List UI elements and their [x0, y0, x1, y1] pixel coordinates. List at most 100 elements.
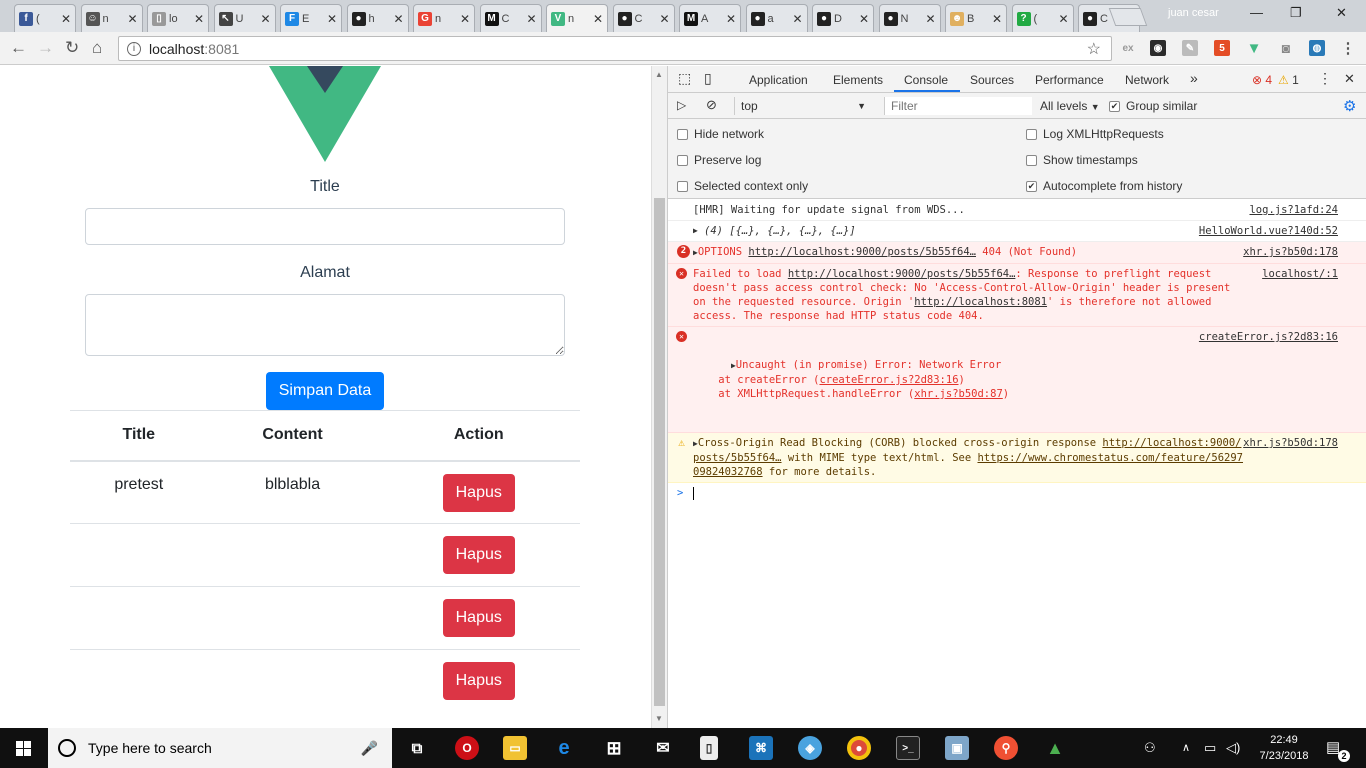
close-devtools-icon[interactable]: ✕	[1344, 71, 1355, 87]
address-bar[interactable]: i localhost:8081 ☆	[118, 36, 1112, 61]
autocomplete-checkbox[interactable]: ✔ Autocomplete from history	[1026, 179, 1182, 193]
message-url-link[interactable]: http://localhost:9000/posts/5b55f64…	[748, 246, 976, 258]
simpan-data-button[interactable]: Simpan Data	[266, 372, 384, 410]
rocket-icon[interactable]: ▲	[1043, 736, 1067, 760]
close-tab-icon[interactable]: ✕	[260, 12, 270, 26]
close-tab-icon[interactable]: ✕	[127, 12, 137, 26]
ex-extension-icon[interactable]: ex	[1120, 40, 1136, 56]
home-icon[interactable]: ⌂	[92, 38, 102, 58]
close-tab-icon[interactable]: ✕	[526, 12, 536, 26]
tab-sources[interactable]: Sources	[970, 73, 1014, 87]
browser-tab[interactable]: ☺ n ✕	[80, 4, 143, 32]
preserve-log-checkbox[interactable]: Preserve log	[677, 153, 761, 167]
pdf-extension-icon[interactable]: ✎	[1182, 40, 1198, 56]
close-tab-icon[interactable]: ✕	[992, 12, 1002, 26]
taskbar-search-box[interactable]: Type here to search 🎤	[48, 728, 392, 768]
log-levels-dropdown[interactable]: All levels ▼	[1040, 99, 1100, 113]
tab-elements[interactable]: Elements	[833, 73, 883, 87]
new-tab-button[interactable]	[1108, 8, 1148, 26]
vscode-icon[interactable]: ⌘	[749, 736, 773, 760]
people-icon[interactable]: ⚇	[1144, 740, 1156, 756]
minimize-icon[interactable]: —	[1250, 5, 1263, 20]
close-tab-icon[interactable]: ✕	[726, 12, 736, 26]
tab-console[interactable]: Console	[904, 73, 948, 87]
browser-tab[interactable]: ● a ✕	[745, 4, 808, 32]
back-icon[interactable]: ←	[10, 38, 27, 58]
vue-devtools-icon[interactable]: ▼	[1246, 40, 1262, 57]
more-tabs-icon[interactable]: »	[1190, 70, 1198, 86]
info-icon[interactable]: i	[127, 41, 141, 56]
browser-tab[interactable]: ?(✕	[1011, 4, 1074, 32]
hide-network-checkbox[interactable]: Hide network	[677, 127, 764, 141]
stack-frame-link[interactable]: xhr.js?b50d:87	[914, 388, 1003, 400]
title-input[interactable]	[85, 208, 565, 245]
message-source-link[interactable]: xhr.js?b50d:178	[1243, 436, 1338, 450]
globe-extension-icon[interactable]: ◍	[1309, 40, 1325, 56]
page-scrollbar[interactable]: ▲ ▼	[651, 66, 667, 728]
close-tab-icon[interactable]: ✕	[659, 12, 669, 26]
html5-extension-icon[interactable]: 5	[1214, 40, 1230, 56]
forward-icon[interactable]: →	[37, 38, 54, 58]
file-explorer-icon[interactable]: ▭	[503, 736, 527, 760]
console-filter-input[interactable]	[884, 97, 1032, 115]
close-tab-icon[interactable]: ✕	[327, 12, 337, 26]
expand-triangle-icon[interactable]: ▶	[693, 224, 698, 238]
browser-tab[interactable]: ☻ B ✕	[945, 4, 1007, 32]
hapus-button[interactable]: Hapus	[442, 662, 515, 700]
browser-tab[interactable]: Gn ✕	[413, 4, 475, 32]
opera-icon[interactable]: O	[455, 736, 479, 760]
stack-frame-link[interactable]: createError.js?2d83:16	[819, 374, 958, 386]
document-icon[interactable]: ▯	[700, 736, 718, 760]
scroll-up-icon[interactable]: ▲	[655, 70, 663, 79]
close-tab-icon[interactable]: ✕	[393, 12, 403, 26]
menu-icon[interactable]: ⋮	[1340, 40, 1356, 57]
console-prompt[interactable]: >	[668, 483, 1366, 503]
context-selector[interactable]: top ▼	[734, 97, 874, 115]
edge-icon[interactable]: e	[552, 736, 576, 760]
error-count-badge[interactable]: ⊗ 4	[1252, 73, 1272, 87]
task-view-icon[interactable]: ⧉	[405, 736, 429, 760]
browser-tab[interactable]: ● h ✕	[346, 4, 409, 32]
camera-icon[interactable]: ◙	[1278, 40, 1294, 56]
profile-name[interactable]: juan cesar	[1168, 7, 1219, 19]
git-icon[interactable]: ⚲	[994, 736, 1018, 760]
browser-tab[interactable]: f(✕	[14, 4, 76, 32]
mail-icon[interactable]: ✉	[651, 736, 675, 760]
group-similar-checkbox[interactable]: ✔ Group similar	[1109, 99, 1197, 113]
message-url-link[interactable]: http://localhost:8081	[914, 296, 1047, 308]
hapus-button[interactable]: Hapus	[442, 599, 515, 637]
window-app-icon[interactable]: ▣	[945, 736, 969, 760]
hapus-button[interactable]: Hapus	[442, 473, 515, 512]
chrome-icon[interactable]: ●	[847, 736, 871, 760]
close-window-icon[interactable]: ✕	[1336, 5, 1347, 21]
browser-tab[interactable]: ● D ✕	[812, 4, 874, 32]
message-source-link[interactable]: HelloWorld.vue?140d:52	[1199, 224, 1338, 238]
close-tab-icon[interactable]: ✕	[194, 12, 204, 26]
message-source-link[interactable]: xhr.js?b50d:178	[1243, 245, 1338, 259]
store-icon[interactable]: ⊞	[602, 736, 626, 760]
tray-expand-icon[interactable]: ∧	[1182, 741, 1190, 754]
tab-network[interactable]: Network	[1125, 73, 1169, 87]
browser-tab[interactable]: M C ✕	[479, 4, 542, 32]
message-text[interactable]: (4) [{…}, {…}, {…}, {…}]	[693, 225, 856, 237]
console-settings-gear-icon[interactable]: ⚙	[1343, 97, 1356, 115]
browser-tab[interactable]: ● N ✕	[878, 4, 941, 32]
close-tab-icon[interactable]: ✕	[61, 12, 71, 26]
close-tab-icon[interactable]: ✕	[859, 12, 869, 26]
message-url-link[interactable]: http://localhost:9000/posts/5b55f64…	[788, 268, 1016, 280]
browser-tab[interactable]: ↖ U ✕	[213, 4, 276, 32]
message-source-link[interactable]: localhost/:1	[1262, 267, 1338, 281]
browser-tab[interactable]: Vn ✕	[546, 4, 608, 32]
log-xhr-checkbox[interactable]: Log XMLHttpRequests	[1026, 127, 1164, 141]
hapus-button[interactable]: Hapus	[442, 536, 515, 574]
scroll-down-icon[interactable]: ▼	[655, 714, 663, 723]
clear-console-icon[interactable]: ⊘	[706, 97, 717, 113]
browser-tab[interactable]: M A ✕	[679, 4, 741, 32]
volume-icon[interactable]: ◁)	[1226, 740, 1240, 756]
terminal-icon[interactable]: >_	[896, 736, 920, 760]
show-timestamps-checkbox[interactable]: Show timestamps	[1026, 153, 1138, 167]
warning-count-badge[interactable]: ⚠ 1	[1278, 73, 1299, 87]
tab-application[interactable]: Application	[749, 73, 808, 87]
device-toolbar-icon[interactable]: ▯	[704, 70, 712, 87]
windows-start-icon[interactable]	[0, 728, 48, 768]
